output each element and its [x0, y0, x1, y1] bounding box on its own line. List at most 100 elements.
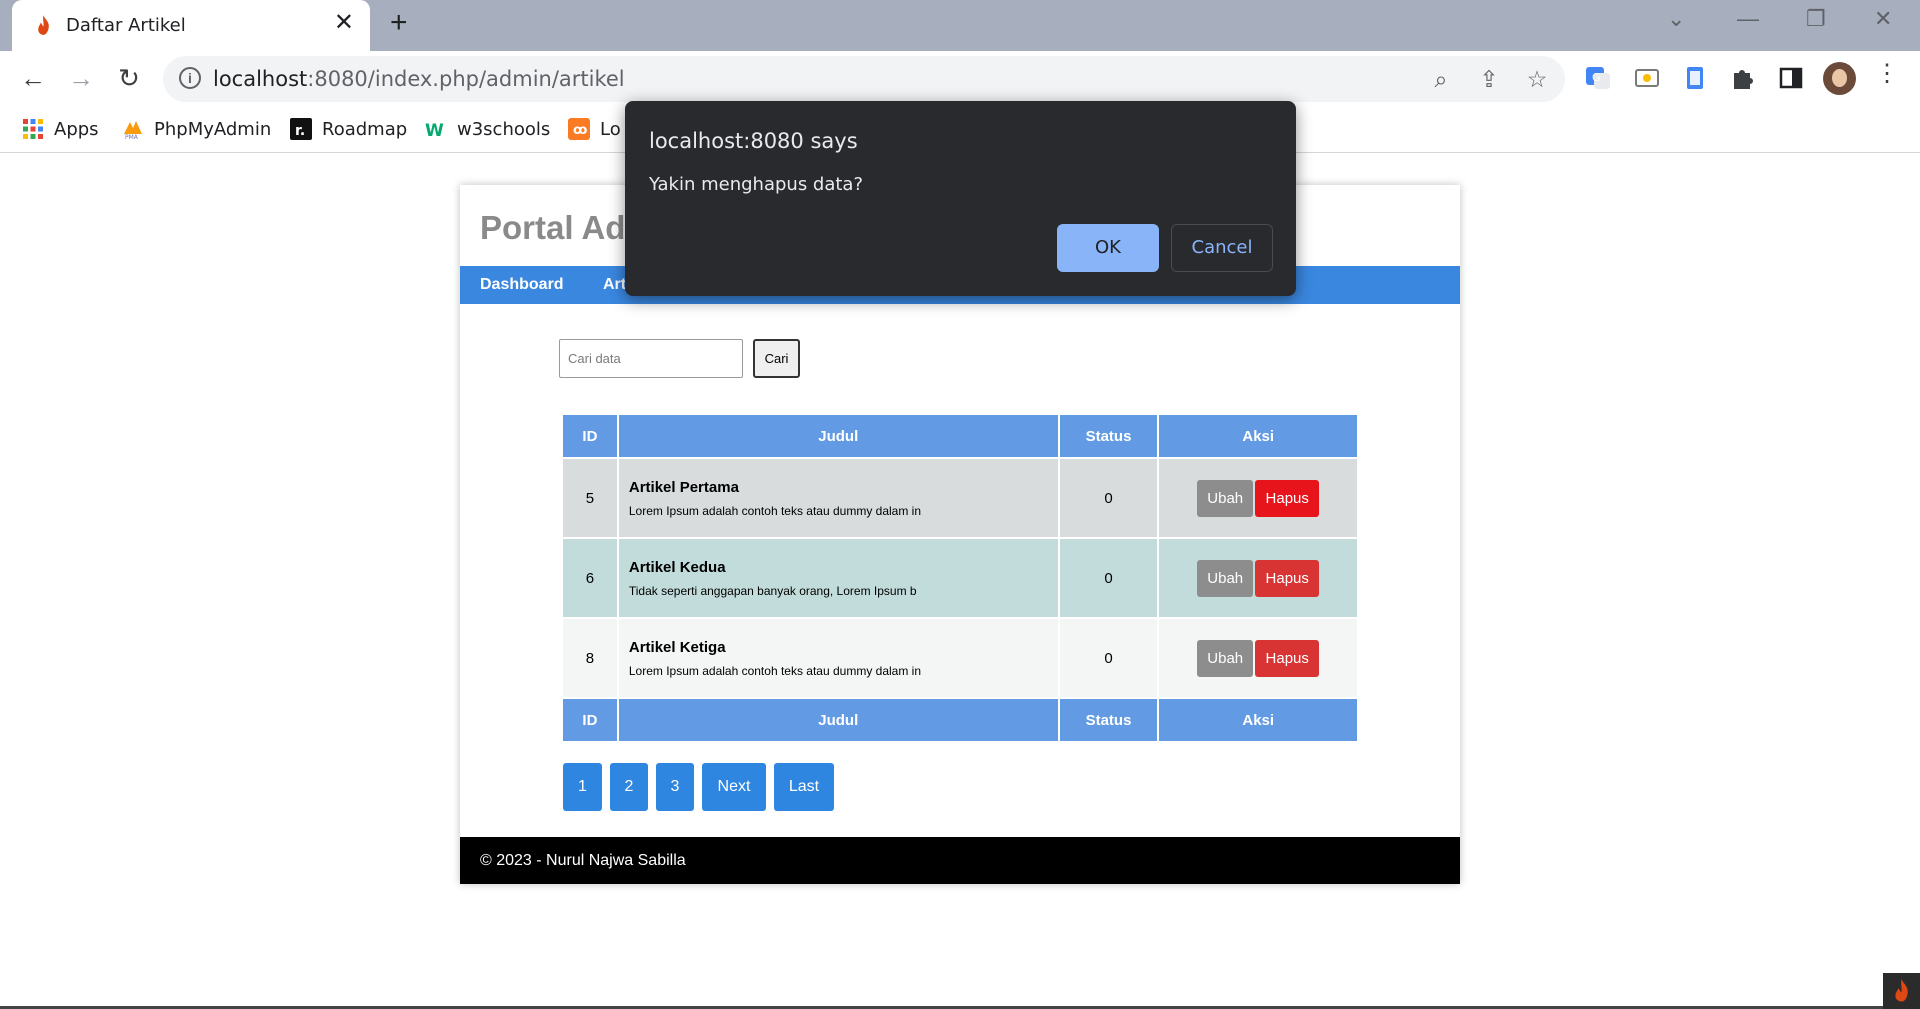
bookmark-apps[interactable]: Apps: [22, 116, 99, 142]
bookmark-roadmap[interactable]: r. Roadmap: [290, 116, 407, 142]
bookmark-label: w3schools: [457, 118, 551, 140]
next-page-button[interactable]: Next: [702, 763, 766, 811]
zoom-icon[interactable]: ⌕: [1427, 65, 1455, 93]
cell-judul: Artikel Pertama Lorem Ipsum adalah conto…: [618, 459, 1058, 537]
bookmark-localhost[interactable]: ꝏ Lo: [568, 116, 621, 142]
google-translate-icon[interactable]: G: [1583, 63, 1613, 93]
w3schools-icon: W: [425, 121, 444, 140]
bookmark-label: Lo: [600, 118, 621, 140]
article-title: Artikel Kedua: [628, 558, 726, 576]
column-footer-judul: Judul: [618, 699, 1058, 741]
page-2-button[interactable]: 2: [610, 763, 648, 811]
table-row: 5 Artikel Pertama Lorem Ipsum adalah con…: [563, 459, 1357, 537]
column-header-aksi: Aksi: [1159, 415, 1357, 457]
forward-icon[interactable]: →: [66, 63, 96, 93]
column-footer-status: Status: [1059, 699, 1158, 741]
side-panel-icon[interactable]: [1776, 63, 1806, 93]
column-header-id: ID: [563, 415, 617, 457]
minimize-icon[interactable]: —: [1737, 8, 1759, 30]
cell-id: 5: [563, 459, 617, 537]
apps-grid-icon: [23, 119, 43, 139]
profile-avatar[interactable]: [1823, 62, 1856, 95]
site-info-icon[interactable]: i: [179, 67, 201, 89]
edit-button[interactable]: Ubah: [1197, 559, 1254, 597]
article-excerpt: Lorem Ipsum adalah contoh teks atau dumm…: [628, 503, 922, 518]
page-footer: © 2023 - Nurul Najwa Sabilla: [460, 837, 1460, 884]
bookmark-label: Apps: [54, 118, 99, 140]
dialog-ok-button[interactable]: OK: [1057, 224, 1159, 272]
edit-button[interactable]: Ubah: [1197, 639, 1254, 677]
cell-judul: Artikel Kedua Tidak seperti anggapan ban…: [618, 539, 1058, 617]
page-3-button[interactable]: 3: [656, 763, 694, 811]
new-tab-button[interactable]: +: [390, 8, 408, 38]
restore-icon[interactable]: ❐: [1806, 8, 1826, 30]
article-excerpt: Tidak seperti anggapan banyak orang, Lor…: [628, 583, 917, 598]
cell-aksi: Ubah Hapus: [1159, 539, 1357, 617]
cell-id: 8: [563, 619, 617, 697]
edit-button[interactable]: Ubah: [1197, 479, 1254, 517]
svg-text:W: W: [425, 121, 444, 140]
cell-status: 0: [1059, 619, 1158, 697]
search-button[interactable]: Cari: [753, 339, 800, 378]
extensions-puzzle-icon[interactable]: [1728, 63, 1758, 93]
back-icon[interactable]: ←: [18, 63, 48, 93]
bookmark-label: PhpMyAdmin: [154, 118, 272, 140]
close-tab-icon[interactable]: ✕: [334, 11, 354, 35]
dialog-message: Yakin menghapus data?: [649, 174, 864, 195]
article-excerpt: Lorem Ipsum adalah contoh teks atau dumm…: [628, 663, 922, 678]
table-footer-row: ID Judul Status Aksi: [563, 699, 1357, 741]
reader-extension-icon[interactable]: [1680, 63, 1710, 93]
close-window-icon[interactable]: ✕: [1874, 8, 1892, 30]
article-title: Artikel Pertama: [628, 478, 739, 496]
cell-aksi: Ubah Hapus: [1159, 459, 1357, 537]
share-icon[interactable]: ⇪: [1475, 65, 1503, 93]
cell-aksi: Ubah Hapus: [1159, 619, 1357, 697]
xampp-icon: ꝏ: [568, 118, 590, 140]
svg-text:ꝏ: ꝏ: [573, 123, 587, 138]
roadmap-icon: r.: [290, 118, 312, 140]
table-row: 6 Artikel Kedua Tidak seperti anggapan b…: [563, 539, 1357, 617]
column-footer-aksi: Aksi: [1159, 699, 1357, 741]
last-page-button[interactable]: Last: [774, 763, 834, 811]
delete-button[interactable]: Hapus: [1255, 479, 1320, 517]
nav-link-dashboard[interactable]: Dashboard: [480, 276, 564, 294]
page-1-button[interactable]: 1: [563, 763, 602, 811]
codeigniter-debug-toolbar-icon[interactable]: [1883, 973, 1920, 1009]
column-header-status: Status: [1059, 415, 1158, 457]
cell-status: 0: [1059, 459, 1158, 537]
bookmark-w3schools[interactable]: W w3schools: [425, 116, 550, 142]
codeigniter-flame-icon: [38, 15, 49, 35]
tab-search-icon[interactable]: ⌄: [1667, 8, 1685, 30]
cell-id: 6: [563, 539, 617, 617]
dialog-title: localhost:8080 says: [649, 129, 858, 153]
tab-title: Daftar Artikel: [66, 15, 186, 36]
delete-button[interactable]: Hapus: [1255, 559, 1320, 597]
cast-extension-icon[interactable]: [1632, 63, 1662, 93]
column-header-judul: Judul: [618, 415, 1058, 457]
cell-judul: Artikel Ketiga Lorem Ipsum adalah contoh…: [618, 619, 1058, 697]
browser-menu-icon[interactable]: ⋮: [1875, 62, 1899, 86]
bookmark-phpmyadmin[interactable]: PMA PhpMyAdmin: [122, 116, 271, 142]
cell-status: 0: [1059, 539, 1158, 617]
bookmark-label: Roadmap: [322, 118, 408, 140]
svg-text:G: G: [1592, 71, 1601, 84]
search-input[interactable]: [559, 339, 743, 378]
table-header-row: ID Judul Status Aksi: [563, 415, 1357, 457]
copyright-text: © 2023 - Nurul Najwa Sabilla: [480, 852, 686, 869]
browser-toolbar: ← → ↻ i localhost:8080/index.php/admin/a…: [0, 51, 1920, 106]
dialog-cancel-button[interactable]: Cancel: [1171, 224, 1273, 272]
bookmark-star-icon[interactable]: ☆: [1523, 65, 1551, 93]
column-footer-id: ID: [563, 699, 617, 741]
pagination: 1 2 3 Next Last: [563, 763, 834, 811]
tab-strip: Daftar Artikel ✕ + ⌄ — ❐ ✕: [0, 0, 1920, 51]
reload-icon[interactable]: ↻: [114, 63, 144, 93]
address-bar[interactable]: i localhost:8080/index.php/admin/artikel…: [163, 56, 1565, 102]
svg-text:PMA: PMA: [125, 134, 139, 140]
delete-button[interactable]: Hapus: [1255, 639, 1320, 677]
confirm-dialog: localhost:8080 says Yakin menghapus data…: [625, 101, 1296, 296]
article-title: Artikel Ketiga: [628, 638, 726, 656]
browser-tab[interactable]: Daftar Artikel ✕: [12, 0, 370, 51]
article-table: ID Judul Status Aksi 5 Artikel Pertama L…: [561, 413, 1359, 743]
table-row: 8 Artikel Ketiga Lorem Ipsum adalah cont…: [563, 619, 1357, 697]
url-text[interactable]: localhost:8080/index.php/admin/artikel: [213, 67, 625, 91]
